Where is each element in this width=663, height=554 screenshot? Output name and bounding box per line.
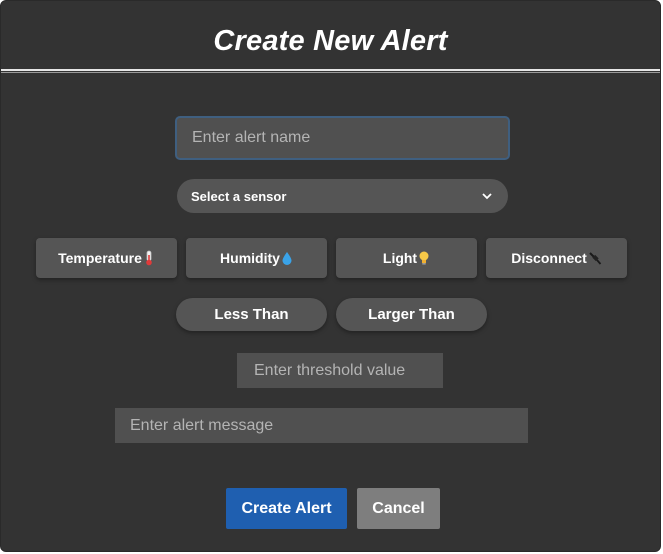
droplet-icon xyxy=(281,250,293,266)
larger-than-button[interactable]: Larger Than xyxy=(336,298,487,331)
sensor-button-label: Humidity xyxy=(220,250,280,266)
alert-name-input[interactable] xyxy=(175,116,510,160)
chevron-down-icon xyxy=(480,189,494,203)
less-than-button[interactable]: Less Than xyxy=(176,298,327,331)
create-alert-dialog: Create New Alert Select a sensor Tempera… xyxy=(0,0,661,552)
create-alert-button[interactable]: Create Alert xyxy=(226,488,347,529)
sensor-button-temperature[interactable]: Temperature xyxy=(36,238,177,278)
sensor-button-label: Disconnect xyxy=(511,250,587,266)
comparison-button-label: Less Than xyxy=(214,306,289,323)
unplug-icon xyxy=(588,250,602,266)
sensor-select-label: Select a sensor xyxy=(191,188,287,204)
sensor-button-light[interactable]: Light xyxy=(336,238,477,278)
cancel-button[interactable]: Cancel xyxy=(357,488,440,529)
thermometer-icon xyxy=(143,250,155,266)
alert-message-input[interactable] xyxy=(115,408,528,443)
sensor-button-humidity[interactable]: Humidity xyxy=(186,238,327,278)
cancel-label: Cancel xyxy=(372,499,425,517)
sensor-button-label: Temperature xyxy=(58,250,142,266)
sensor-button-disconnect[interactable]: Disconnect xyxy=(486,238,627,278)
sensor-select[interactable]: Select a sensor xyxy=(177,179,508,213)
create-alert-label: Create Alert xyxy=(241,499,332,517)
dialog-title: Create New Alert xyxy=(213,25,448,57)
threshold-input[interactable] xyxy=(237,353,443,388)
title-divider xyxy=(1,69,660,73)
comparison-button-label: Larger Than xyxy=(368,306,455,323)
lightbulb-icon xyxy=(418,250,430,266)
sensor-button-label: Light xyxy=(382,250,418,266)
